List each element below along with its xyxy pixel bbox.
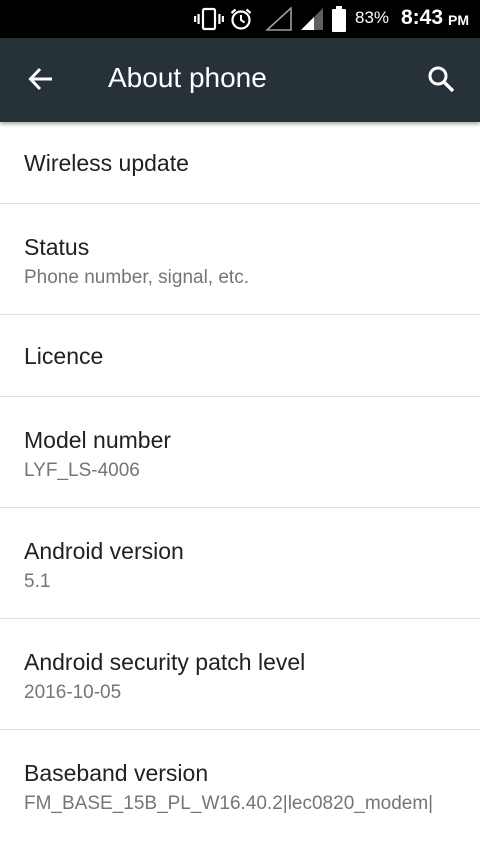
list-item-model-number[interactable]: Model number LYF_LS-4006 xyxy=(0,397,480,508)
back-button[interactable] xyxy=(18,58,64,104)
list-item-security-patch[interactable]: Android security patch level 2016-10-05 xyxy=(0,619,480,730)
item-title: Wireless update xyxy=(24,150,189,176)
alarm-icon xyxy=(229,7,253,36)
list-item-licence[interactable]: Licence xyxy=(0,315,480,397)
settings-list: Wireless update Status Phone number, sig… xyxy=(0,122,480,841)
app-bar: About phone xyxy=(0,38,480,122)
item-title: Android version xyxy=(24,538,184,564)
vibrate-icon xyxy=(194,7,224,36)
list-item-wireless-update[interactable]: Wireless update xyxy=(0,122,480,204)
search-button[interactable] xyxy=(418,58,464,104)
battery-icon xyxy=(332,6,346,37)
clock-ampm: PM xyxy=(448,12,469,28)
item-title: Licence xyxy=(24,343,104,369)
item-summary: LYF_LS-4006 xyxy=(24,460,140,481)
item-summary: Phone number, signal, etc. xyxy=(24,267,249,288)
arrow-back-icon xyxy=(28,67,54,96)
battery-percent: 83% xyxy=(355,8,390,27)
status-bar: 83% 8:43 PM xyxy=(0,0,480,38)
search-icon xyxy=(427,65,455,98)
item-title: Status xyxy=(24,234,90,260)
list-item-android-version[interactable]: Android version 5.1 xyxy=(0,508,480,619)
signal-empty-icon xyxy=(264,6,292,36)
list-item-status[interactable]: Status Phone number, signal, etc. xyxy=(0,204,480,315)
signal-partial-icon xyxy=(300,7,324,36)
clock-time: 8:43 xyxy=(401,6,444,29)
list-item-baseband-version[interactable]: Baseband version FM_BASE_15B_PL_W16.40.2… xyxy=(0,730,480,841)
item-title: Android security patch level xyxy=(24,649,306,675)
item-title: Baseband version xyxy=(24,760,209,786)
page-title: About phone xyxy=(108,62,267,93)
item-summary: 2016-10-05 xyxy=(24,682,122,703)
item-summary: 5.1 xyxy=(24,571,51,592)
item-title: Model number xyxy=(24,427,172,453)
item-summary: FM_BASE_15B_PL_W16.40.2|lec0820_modem| xyxy=(24,793,434,814)
